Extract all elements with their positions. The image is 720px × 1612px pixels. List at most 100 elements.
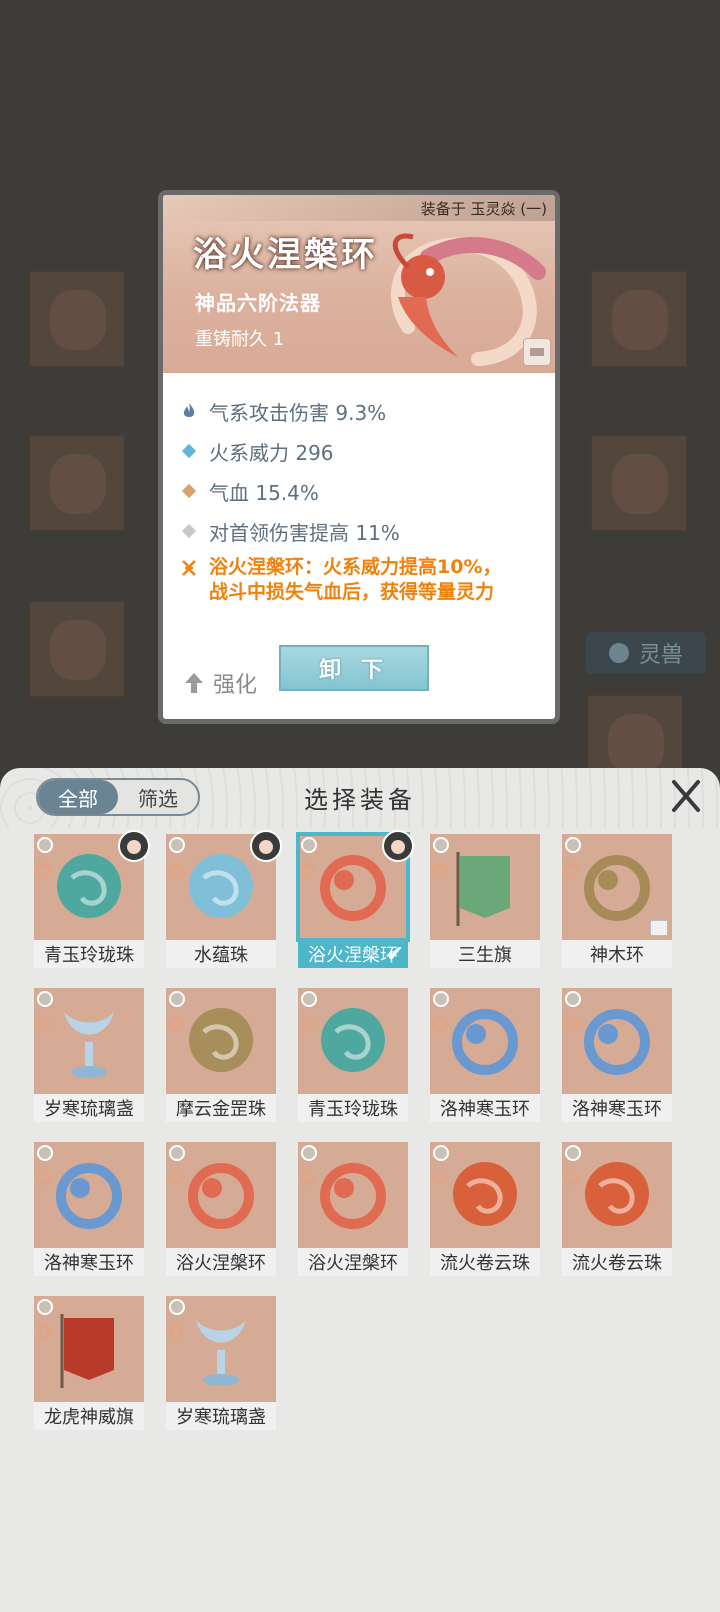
diamond-icon <box>181 523 197 539</box>
equipment-item[interactable]: 洛神寒玉环 <box>430 988 540 1122</box>
unequip-button[interactable]: 卸 下 <box>279 645 429 691</box>
fire-orb-icon <box>562 1142 672 1248</box>
element-tag-icon <box>433 837 449 853</box>
paw-icon <box>608 643 629 663</box>
element-tag-icon <box>301 1145 317 1161</box>
sub-tag-icon <box>299 861 317 879</box>
banner-icon <box>430 834 540 940</box>
ice-cup-icon <box>166 1296 276 1402</box>
ice-ring-icon <box>430 988 540 1094</box>
stat-row: 火系威力 296 <box>181 431 551 471</box>
sub-tag-icon <box>35 1323 53 1341</box>
equipment-item-name: 浴火涅槃环 <box>298 1248 408 1276</box>
phoenix-ring-icon <box>166 1142 276 1248</box>
element-tag-icon <box>433 991 449 1007</box>
phoenix-ring-artwork <box>391 233 546 366</box>
gold-orb-icon <box>166 988 276 1094</box>
sub-tag-icon <box>167 1169 185 1187</box>
equipment-item[interactable]: 流火卷云珠 <box>430 1142 540 1276</box>
equipment-item[interactable]: 流火卷云珠 <box>562 1142 672 1276</box>
sub-tag-icon <box>431 861 449 879</box>
element-tag-icon <box>565 1145 581 1161</box>
equipment-item[interactable]: 青玉玲珑珠 <box>34 830 150 968</box>
lock-icon <box>650 920 668 936</box>
sub-tag-icon <box>167 1323 185 1341</box>
element-tag-icon <box>37 837 53 853</box>
spirit-beast-tab[interactable]: 灵兽 <box>586 632 706 674</box>
equipment-item-name: 龙虎神威旗 <box>34 1402 144 1430</box>
special-effect-icon <box>181 559 197 584</box>
equipment-item-name: 洛神寒玉环 <box>34 1248 144 1276</box>
element-tag-icon <box>37 991 53 1007</box>
element-tag-icon <box>169 991 185 1007</box>
equipment-item-name: 三生旗 <box>430 940 540 968</box>
equipment-item[interactable]: 三生旗 <box>430 834 540 968</box>
bg-equip-slot <box>28 600 126 698</box>
element-tag-icon <box>301 991 317 1007</box>
sub-tag-icon <box>563 1015 581 1033</box>
dragon-banner-icon <box>34 1296 144 1402</box>
element-tag-icon <box>565 837 581 853</box>
sub-tag-icon <box>167 1015 185 1033</box>
sub-tag-icon <box>299 1169 317 1187</box>
equipment-item-name: 流火卷云珠 <box>430 1248 540 1276</box>
equipment-item[interactable]: 岁寒琉璃盏 <box>166 1296 276 1430</box>
equipment-item[interactable]: 青玉玲珑珠 <box>298 988 408 1122</box>
equipment-item[interactable]: 洛神寒玉环 <box>562 988 672 1122</box>
jade-orb-icon <box>34 830 150 940</box>
bg-equip-slot <box>28 434 126 532</box>
equipment-item-name: 摩云金罡珠 <box>166 1094 276 1122</box>
element-tag-icon <box>169 1299 185 1315</box>
equipment-item[interactable]: 龙虎神威旗 <box>34 1296 144 1430</box>
equipment-item-name: 岁寒琉璃盏 <box>34 1094 144 1122</box>
equipment-item[interactable]: 浴火涅槃环 <box>298 1142 408 1276</box>
equipment-item-name: 流火卷云珠 <box>562 1248 672 1276</box>
equipment-item[interactable]: 浴火涅槃环 <box>166 1142 276 1276</box>
equipment-item-name: 水蕴珠 <box>166 940 276 968</box>
element-tag-icon <box>169 837 185 853</box>
sub-tag-icon <box>431 1169 449 1187</box>
item-header: 装备于 玉灵焱 (一) 浴火涅槃环 神品六阶法器 重铸耐久 1 <box>163 195 555 373</box>
stat-row: 气血 15.4% <box>181 471 551 511</box>
sub-tag-icon <box>563 1169 581 1187</box>
item-grade: 神品六阶法器 <box>195 291 321 315</box>
phoenix-ring-icon <box>298 1142 408 1248</box>
ice-ring-icon <box>562 988 672 1094</box>
owner-avatar <box>382 830 414 862</box>
equipment-item[interactable]: 岁寒琉璃盏 <box>34 988 144 1122</box>
close-icon[interactable] <box>668 778 704 814</box>
equipment-item-name: 浴火涅槃环 <box>166 1248 276 1276</box>
bg-equip-slot <box>28 270 126 368</box>
element-tag-icon <box>565 991 581 1007</box>
sub-tag-icon <box>35 1015 53 1033</box>
element-tag-icon <box>37 1299 53 1315</box>
upgrade-arrow-icon <box>185 673 203 693</box>
sub-tag-icon <box>431 1015 449 1033</box>
strengthen-button[interactable]: 强化 <box>183 667 257 699</box>
equipment-item-name: 洛神寒玉环 <box>562 1094 672 1122</box>
diamond-icon <box>181 483 197 499</box>
sub-tag-icon <box>167 861 185 879</box>
item-name: 浴火涅槃环 <box>193 235 378 275</box>
flame-icon <box>181 403 197 419</box>
element-tag-icon <box>169 1145 185 1161</box>
equipment-item[interactable]: 水蕴珠 <box>166 830 282 968</box>
stat-list: 气系攻击伤害 9.3% 火系威力 296 气血 15.4% 对首领伤害提高 11… <box>181 391 551 605</box>
equipment-item[interactable]: 浴火涅槃环 ✔ <box>296 830 414 968</box>
equipment-item-name: 岁寒琉璃盏 <box>166 1402 276 1430</box>
lock-icon[interactable] <box>523 338 551 366</box>
sub-tag-icon <box>563 861 581 879</box>
check-icon: ✔ <box>385 942 404 967</box>
stat-row: 对首领伤害提高 11% <box>181 511 551 551</box>
equipment-item-name: 青玉玲珑珠 <box>298 1094 408 1122</box>
equipment-item-name: 青玉玲珑珠 <box>34 940 144 968</box>
equipment-item[interactable]: 神木环 <box>562 834 672 968</box>
item-detail-card: 装备于 玉灵焱 (一) 浴火涅槃环 神品六阶法器 重铸耐久 1 气系攻击伤害 9… <box>158 190 560 724</box>
wood-ring-icon <box>562 834 672 940</box>
equipment-item[interactable]: 洛神寒玉环 <box>34 1142 144 1276</box>
element-tag-icon <box>301 837 317 853</box>
owner-avatar <box>250 830 282 862</box>
element-tag-icon <box>433 1145 449 1161</box>
sub-tag-icon <box>35 1169 53 1187</box>
equipment-item[interactable]: 摩云金罡珠 <box>166 988 276 1122</box>
